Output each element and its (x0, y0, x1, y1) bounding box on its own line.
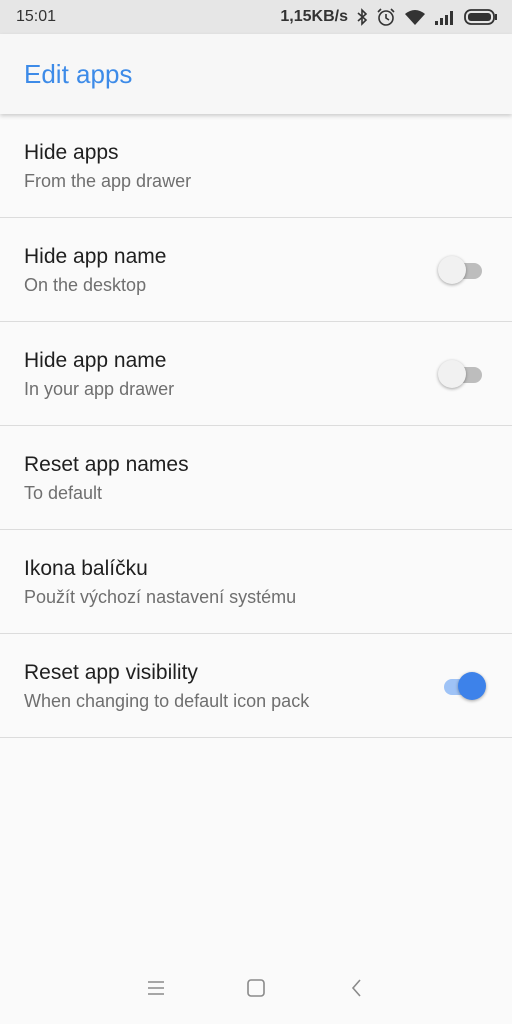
setting-subtitle: From the app drawer (24, 170, 192, 191)
page-title: Edit apps (24, 58, 133, 89)
navigation-bar (0, 956, 512, 1024)
signal-icon (434, 8, 456, 26)
network-speed: 1,15KB/s (280, 8, 348, 25)
setting-title: Reset app names (24, 452, 189, 476)
alarm-icon (376, 7, 396, 27)
settings-list: Hide apps From the app drawer Hide app n… (0, 114, 512, 738)
setting-icon-pack[interactable]: Ikona balíčku Použít výchozí nastavení s… (0, 530, 512, 634)
setting-reset-app-names[interactable]: Reset app names To default (0, 426, 512, 530)
bluetooth-icon (356, 8, 368, 26)
status-time: 15:01 (16, 8, 57, 25)
hide-app-name-desktop-toggle[interactable] (438, 255, 484, 284)
setting-title: Ikona balíčku (24, 556, 148, 580)
toggle-thumb (458, 671, 486, 700)
toggle-thumb (438, 359, 466, 388)
app-bar: Edit apps (0, 34, 512, 114)
setting-reset-app-visibility[interactable]: Reset app visibility When changing to de… (0, 634, 512, 738)
home-icon (246, 978, 266, 1003)
setting-hide-apps[interactable]: Hide apps From the app drawer (0, 114, 512, 218)
setting-subtitle: To default (24, 482, 103, 503)
hide-app-name-drawer-toggle[interactable] (438, 359, 484, 388)
reset-app-visibility-toggle[interactable] (438, 671, 486, 700)
back-button[interactable] (344, 978, 368, 1002)
home-button[interactable] (244, 978, 268, 1002)
toggle-thumb (438, 255, 466, 284)
setting-hide-app-name-desktop[interactable]: Hide app name On the desktop (0, 218, 512, 322)
wifi-icon (404, 8, 426, 26)
back-icon (350, 978, 362, 1003)
menu-button[interactable] (144, 978, 168, 1002)
status-icons: 1,15KB/s (280, 7, 498, 27)
status-bar: 15:01 1,15KB/s (0, 0, 512, 34)
menu-icon (147, 980, 165, 1001)
setting-hide-app-name-drawer[interactable]: Hide app name In your app drawer (0, 322, 512, 426)
battery-icon (464, 8, 498, 26)
setting-subtitle: Použít výchozí nastavení systému (24, 586, 297, 607)
setting-title: Hide apps (24, 140, 119, 164)
